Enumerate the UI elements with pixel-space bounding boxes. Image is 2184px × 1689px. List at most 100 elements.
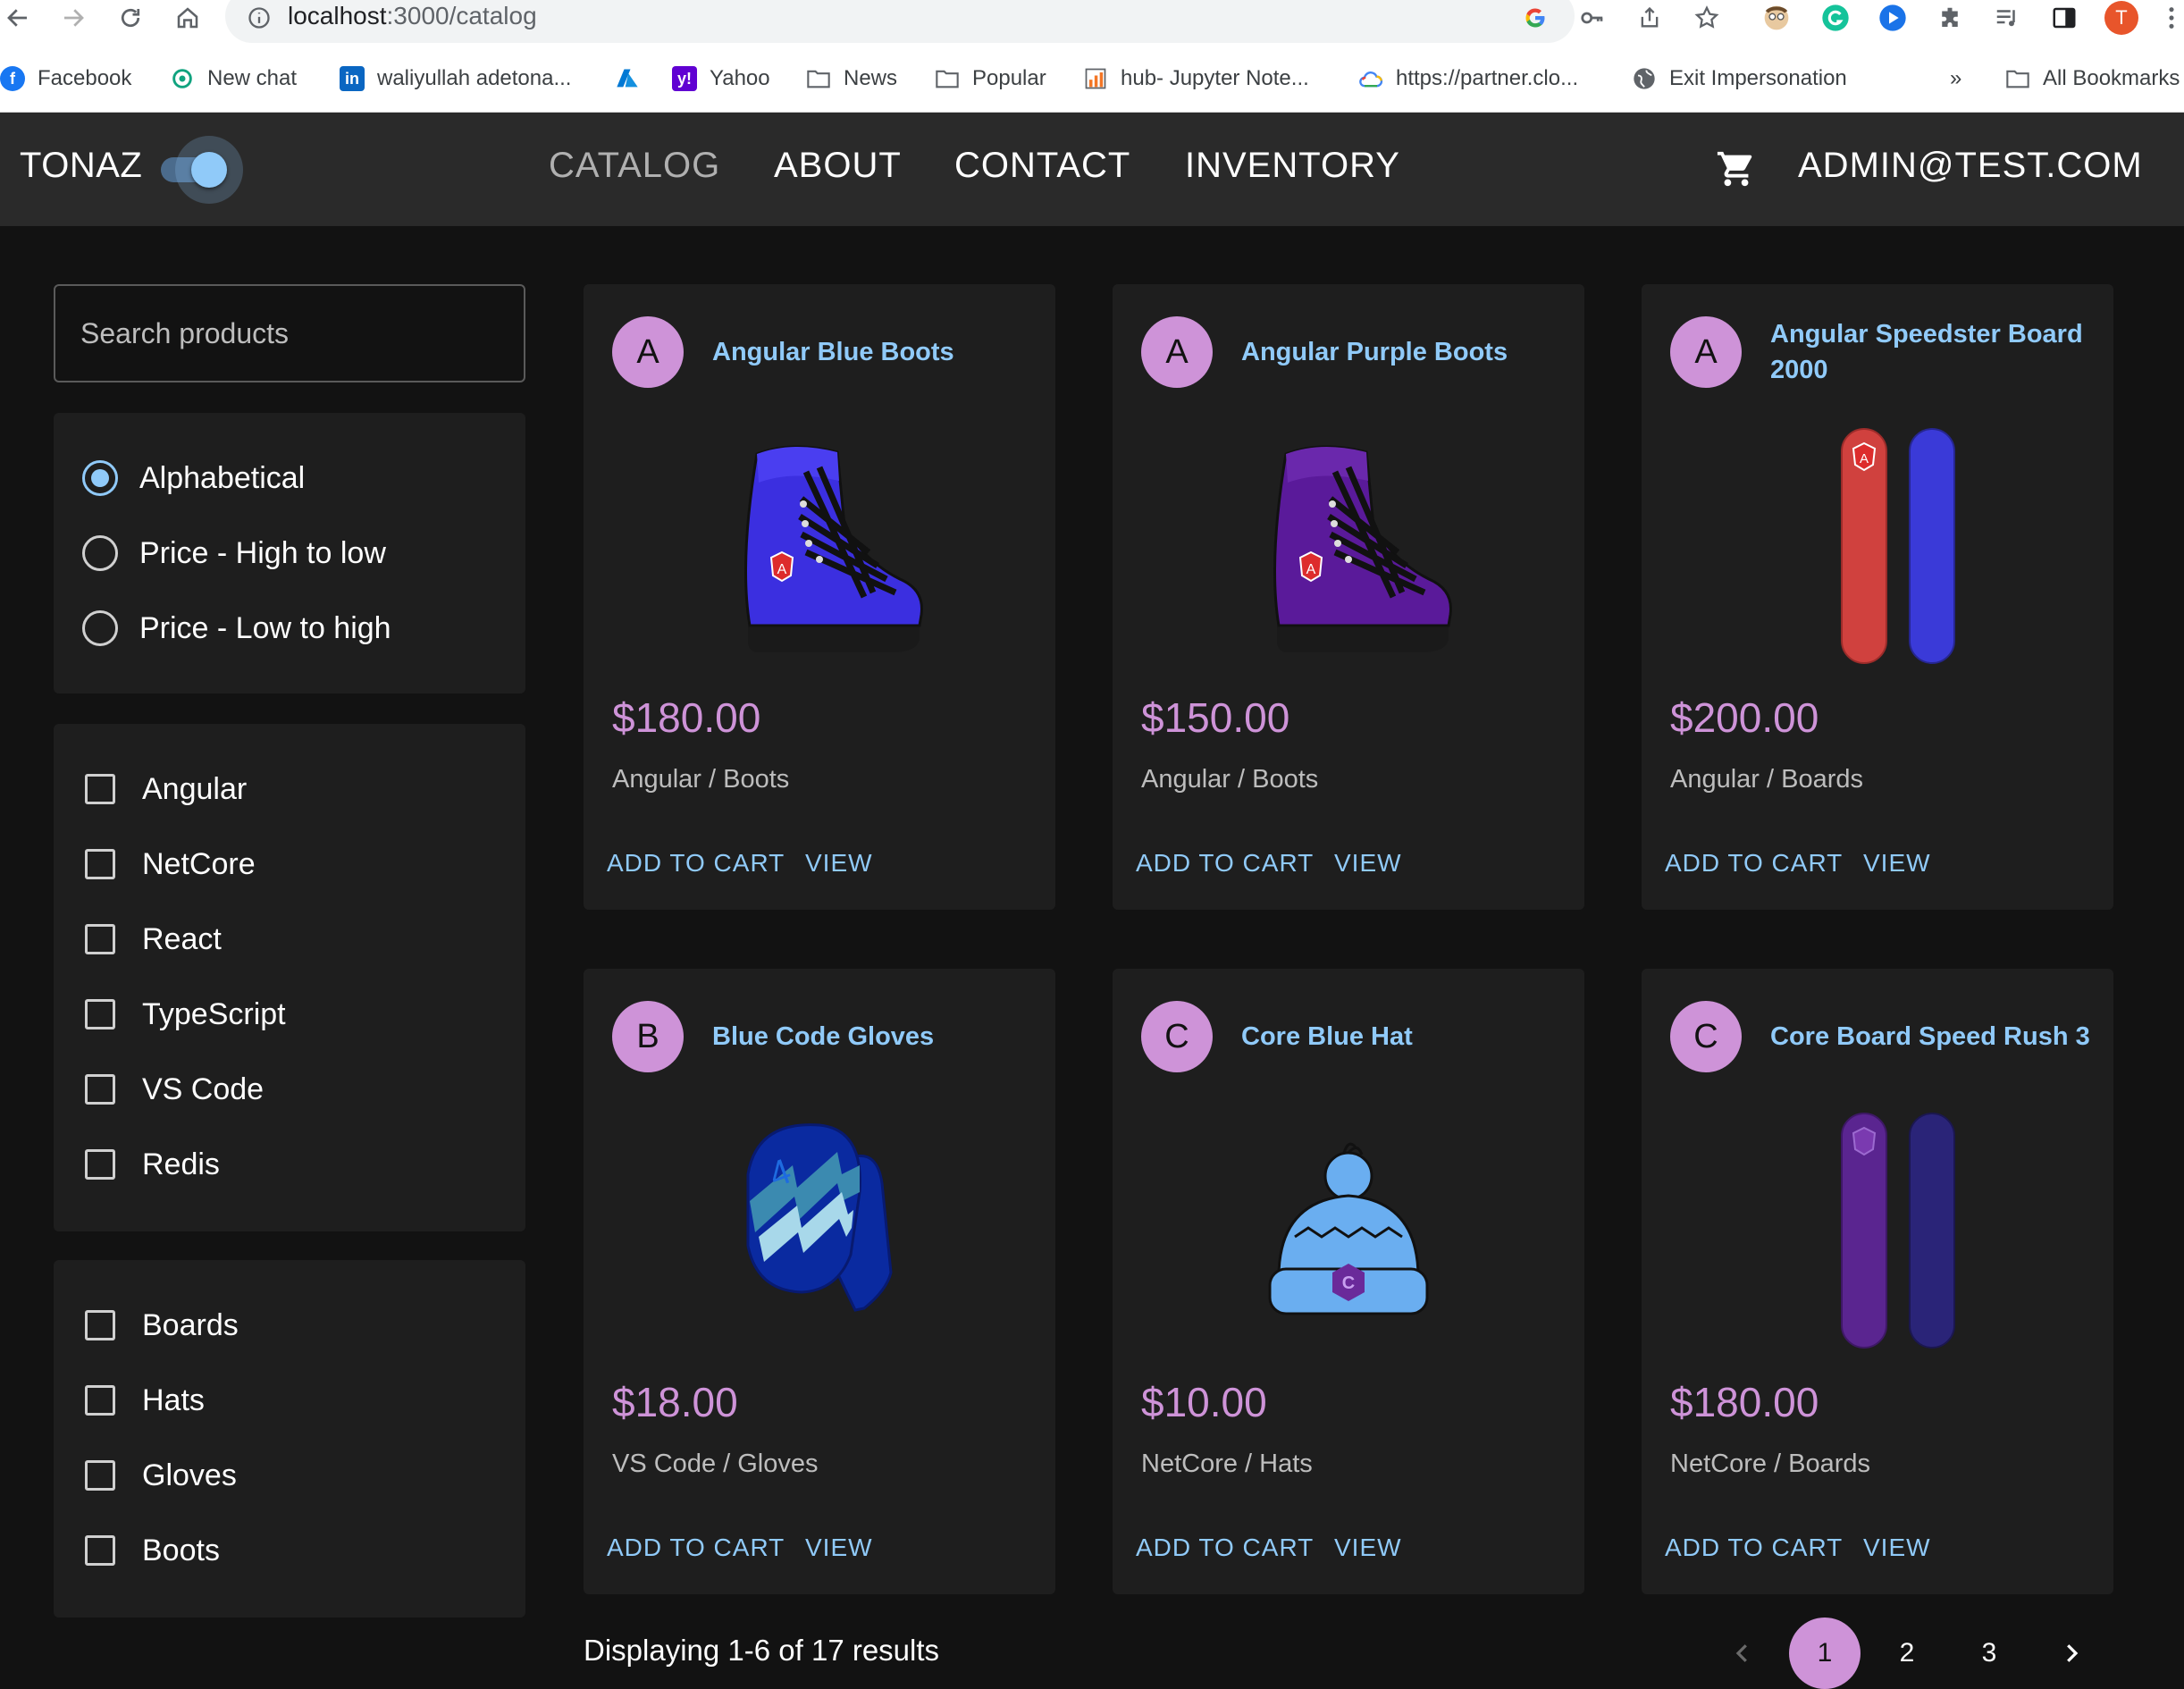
radio-icon[interactable] bbox=[82, 610, 118, 646]
view-button[interactable]: VIEW bbox=[1334, 1534, 1402, 1562]
sort-option-alphabetical[interactable]: Alphabetical bbox=[82, 456, 305, 500]
product-title: Core Blue Hat bbox=[1241, 1022, 1413, 1051]
back-icon[interactable] bbox=[2, 2, 34, 34]
checkbox-icon[interactable] bbox=[85, 1074, 115, 1105]
password-key-icon[interactable] bbox=[1575, 0, 1610, 36]
svg-text:A: A bbox=[777, 562, 787, 577]
bookmark-folder-popular[interactable]: Popular bbox=[935, 63, 1046, 95]
bookmark-yahoo[interactable]: y! Yahoo bbox=[672, 63, 770, 95]
checkbox-icon[interactable] bbox=[85, 774, 115, 804]
radio-icon[interactable] bbox=[82, 535, 118, 571]
bookmark-partner-cloud[interactable]: https://partner.clo... bbox=[1358, 63, 1578, 95]
type-filter-boards[interactable]: Boards bbox=[82, 1303, 239, 1348]
bookmark-facebook[interactable]: f Facebook bbox=[0, 63, 131, 95]
brand-filter-redis[interactable]: Redis bbox=[82, 1142, 220, 1187]
bookmark-folder-news[interactable]: News bbox=[806, 63, 897, 95]
nav-catalog[interactable]: CATALOG bbox=[549, 146, 720, 186]
checkbox-icon[interactable] bbox=[85, 1310, 115, 1340]
user-menu[interactable]: ADMIN@TEST.COM bbox=[1798, 146, 2143, 186]
home-icon[interactable] bbox=[172, 2, 204, 34]
folder-icon bbox=[806, 66, 831, 91]
add-to-cart-button[interactable]: ADD TO CART bbox=[607, 849, 785, 878]
browser-menu-icon[interactable] bbox=[2159, 0, 2184, 36]
pagination-page-2[interactable]: 2 bbox=[1871, 1618, 1943, 1689]
google-icon[interactable] bbox=[1517, 0, 1553, 36]
bookmark-label: hub- Jupyter Note... bbox=[1121, 66, 1309, 90]
dark-mode-switch[interactable] bbox=[191, 152, 227, 188]
folder-icon bbox=[2005, 66, 2030, 91]
product-title: Blue Code Gloves bbox=[712, 1022, 935, 1051]
add-to-cart-button[interactable]: ADD TO CART bbox=[607, 1534, 785, 1562]
azure-icon bbox=[615, 66, 640, 91]
pagination-next-button[interactable] bbox=[2036, 1618, 2107, 1689]
checkbox-icon[interactable] bbox=[85, 999, 115, 1029]
product-title: Angular Purple Boots bbox=[1241, 338, 1508, 366]
checkbox-icon[interactable] bbox=[85, 1385, 115, 1416]
bookmark-jupyter[interactable]: hub- Jupyter Note... bbox=[1083, 63, 1309, 95]
extensions-puzzle-icon[interactable] bbox=[1932, 0, 1968, 36]
url-text[interactable]: localhost:3000/catalog bbox=[288, 2, 537, 30]
add-to-cart-button[interactable]: ADD TO CART bbox=[1136, 1534, 1314, 1562]
view-button[interactable]: VIEW bbox=[1863, 849, 1931, 878]
reading-list-icon[interactable] bbox=[1989, 0, 2025, 36]
pagination-page-3[interactable]: 3 bbox=[1953, 1618, 2025, 1689]
results-summary: Displaying 1-6 of 17 results bbox=[584, 1634, 940, 1667]
bookmark-azure[interactable] bbox=[615, 63, 652, 95]
sort-option-price-high-low[interactable]: Price - High to low bbox=[82, 531, 386, 576]
product-avatar: A bbox=[1670, 316, 1742, 388]
brand-filter-react[interactable]: React bbox=[82, 917, 222, 962]
radio-selected-icon[interactable] bbox=[82, 460, 118, 496]
add-to-cart-button[interactable]: ADD TO CART bbox=[1136, 849, 1314, 878]
media-extension-icon[interactable] bbox=[1875, 0, 1911, 36]
forward-icon[interactable] bbox=[57, 2, 89, 34]
reload-icon[interactable] bbox=[114, 2, 147, 34]
sort-option-price-low-high[interactable]: Price - Low to high bbox=[82, 606, 391, 651]
brand-filter-netcore[interactable]: NetCore bbox=[82, 842, 256, 887]
linkedin-icon: in bbox=[340, 66, 365, 91]
brand-filter-angular[interactable]: Angular bbox=[82, 767, 247, 811]
brand-filter-vscode[interactable]: VS Code bbox=[82, 1067, 264, 1112]
bookmark-linkedin[interactable]: in waliyullah adetona... bbox=[340, 63, 571, 95]
chevron-right-icon bbox=[2067, 1644, 2079, 1662]
pagination-page-1[interactable]: 1 bbox=[1789, 1618, 1861, 1689]
bookmark-all-bookmarks[interactable]: All Bookmarks bbox=[2005, 63, 2180, 95]
checkbox-icon[interactable] bbox=[85, 1460, 115, 1491]
nav-contact[interactable]: CONTACT bbox=[954, 146, 1130, 186]
glove-icon: 4 bbox=[685, 1103, 953, 1371]
add-to-cart-button[interactable]: ADD TO CART bbox=[1665, 1534, 1843, 1562]
bookmark-label: New chat bbox=[207, 66, 298, 90]
add-to-cart-button[interactable]: ADD TO CART bbox=[1665, 849, 1843, 878]
bookmark-new-chat[interactable]: New chat bbox=[170, 63, 297, 95]
more-bookmarks-button[interactable]: » bbox=[1950, 63, 1961, 95]
side-panel-icon[interactable] bbox=[2046, 0, 2082, 36]
site-info-icon[interactable] bbox=[243, 2, 275, 34]
brand-filter-label: Redis bbox=[142, 1147, 220, 1181]
view-button[interactable]: VIEW bbox=[1863, 1534, 1931, 1562]
extension-avatar-icon[interactable] bbox=[1759, 0, 1794, 36]
cart-icon[interactable] bbox=[1716, 148, 1757, 189]
checkbox-icon[interactable] bbox=[85, 924, 115, 954]
share-icon[interactable] bbox=[1632, 0, 1667, 36]
search-input[interactable] bbox=[54, 284, 525, 382]
product-price: $180.00 bbox=[1670, 1379, 1819, 1425]
view-button[interactable]: VIEW bbox=[1334, 849, 1402, 878]
type-filter-boots[interactable]: Boots bbox=[82, 1528, 220, 1573]
bookmark-exit-impersonation[interactable]: Exit Impersonation bbox=[1632, 63, 1847, 95]
hat-icon: C bbox=[1214, 1103, 1483, 1371]
bookmark-star-icon[interactable] bbox=[1689, 0, 1725, 36]
checkbox-icon[interactable] bbox=[85, 1535, 115, 1566]
profile-avatar[interactable]: T bbox=[2104, 0, 2139, 36]
type-filter-gloves[interactable]: Gloves bbox=[82, 1453, 237, 1498]
view-button[interactable]: VIEW bbox=[805, 1534, 873, 1562]
grammarly-icon[interactable] bbox=[1818, 0, 1853, 36]
nav-inventory[interactable]: INVENTORY bbox=[1185, 146, 1400, 186]
pagination-prev-button[interactable] bbox=[1707, 1618, 1778, 1689]
type-filter-hats[interactable]: Hats bbox=[82, 1378, 205, 1423]
nav-about[interactable]: ABOUT bbox=[774, 146, 902, 186]
type-filter-label: Hats bbox=[142, 1382, 205, 1417]
view-button[interactable]: VIEW bbox=[805, 849, 873, 878]
checkbox-icon[interactable] bbox=[85, 849, 115, 879]
brand-logo[interactable]: TONAZ bbox=[20, 146, 142, 186]
brand-filter-typescript[interactable]: TypeScript bbox=[82, 992, 286, 1037]
checkbox-icon[interactable] bbox=[85, 1149, 115, 1180]
